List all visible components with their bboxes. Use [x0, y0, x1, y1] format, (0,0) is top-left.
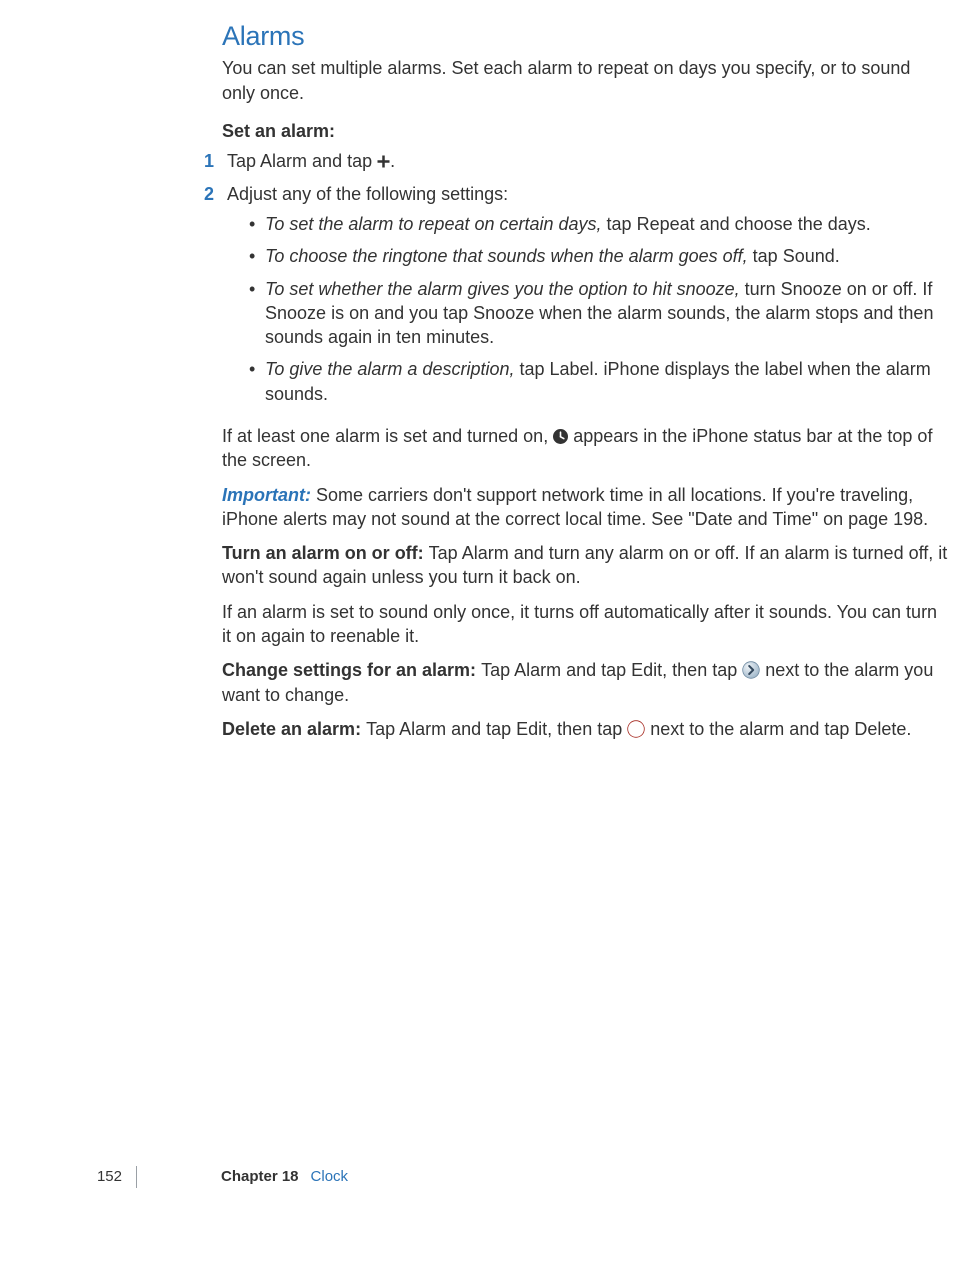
important-label: Important: [222, 485, 316, 505]
chapter-name: Clock [311, 1167, 349, 1187]
footer-divider [136, 1166, 137, 1188]
bullet-em: To choose the ringtone that sounds when … [265, 246, 748, 266]
bullet-snooze: To set whether the alarm gives you the o… [249, 277, 947, 350]
step-2-text: Adjust any of the following settings: [227, 184, 508, 204]
plus-icon [377, 155, 390, 168]
bullet-repeat: To set the alarm to repeat on certain da… [249, 212, 947, 236]
delete-text-a: Tap Alarm and tap Edit, then tap [366, 719, 627, 739]
delete-alarm: Delete an alarm: Tap Alarm and tap Edit,… [222, 717, 948, 741]
content-body: Alarms You can set multiple alarms. Set … [222, 18, 948, 741]
delete-label: Delete an alarm: [222, 719, 366, 739]
delete-text-b: next to the alarm and tap Delete. [645, 719, 911, 739]
step-1: 1 Tap Alarm and tap . [194, 149, 948, 173]
page: Alarms You can set multiple alarms. Set … [0, 0, 966, 741]
important-note: Important: Some carriers don't support n… [222, 483, 948, 532]
bullet-sound: To choose the ringtone that sounds when … [249, 244, 947, 268]
page-number: 152 [0, 1167, 122, 1187]
bullet-label: To give the alarm a description, tap Lab… [249, 357, 947, 406]
step-2: 2 Adjust any of the following settings: … [194, 182, 948, 414]
bullet-em: To set whether the alarm gives you the o… [265, 279, 740, 299]
step-number: 1 [194, 149, 214, 173]
step-1-text-b: . [390, 151, 395, 171]
bullet-em: To set the alarm to repeat on certain da… [265, 214, 602, 234]
sound-once-note: If an alarm is set to sound only once, i… [222, 600, 948, 649]
set-alarm-heading: Set an alarm: [222, 119, 948, 143]
bullet-em: To give the alarm a description, [265, 359, 514, 379]
intro-paragraph: You can set multiple alarms. Set each al… [222, 56, 948, 105]
step-1-text-a: Tap Alarm and tap [227, 151, 377, 171]
settings-bullets: To set the alarm to repeat on certain da… [227, 212, 947, 406]
section-title: Alarms [222, 18, 948, 54]
delete-minus-icon [627, 720, 645, 738]
steps-list: 1 Tap Alarm and tap . 2 Adjust any of th… [222, 149, 948, 414]
status-text-a: If at least one alarm is set and turned … [222, 426, 553, 446]
change-text-a: Tap Alarm and tap Edit, then tap [481, 660, 742, 680]
step-1-body: Tap Alarm and tap . [227, 149, 947, 173]
chapter-label: Chapter 18 [221, 1167, 299, 1187]
bullet-rest: tap Repeat and choose the days. [602, 214, 871, 234]
change-settings: Change settings for an alarm: Tap Alarm … [222, 658, 948, 707]
turn-on-off: Turn an alarm on or off: Tap Alarm and t… [222, 541, 948, 590]
chevron-right-icon [742, 661, 760, 679]
turn-label: Turn an alarm on or off: [222, 543, 429, 563]
step-number: 2 [194, 182, 214, 206]
page-footer: 152 Chapter 18 Clock [0, 1166, 966, 1188]
clock-icon [553, 429, 568, 444]
step-2-body: Adjust any of the following settings: To… [227, 182, 947, 414]
status-bar-note: If at least one alarm is set and turned … [222, 424, 948, 473]
important-text: Some carriers don't support network time… [222, 485, 928, 529]
change-label: Change settings for an alarm: [222, 660, 481, 680]
bullet-rest: tap Sound. [748, 246, 840, 266]
